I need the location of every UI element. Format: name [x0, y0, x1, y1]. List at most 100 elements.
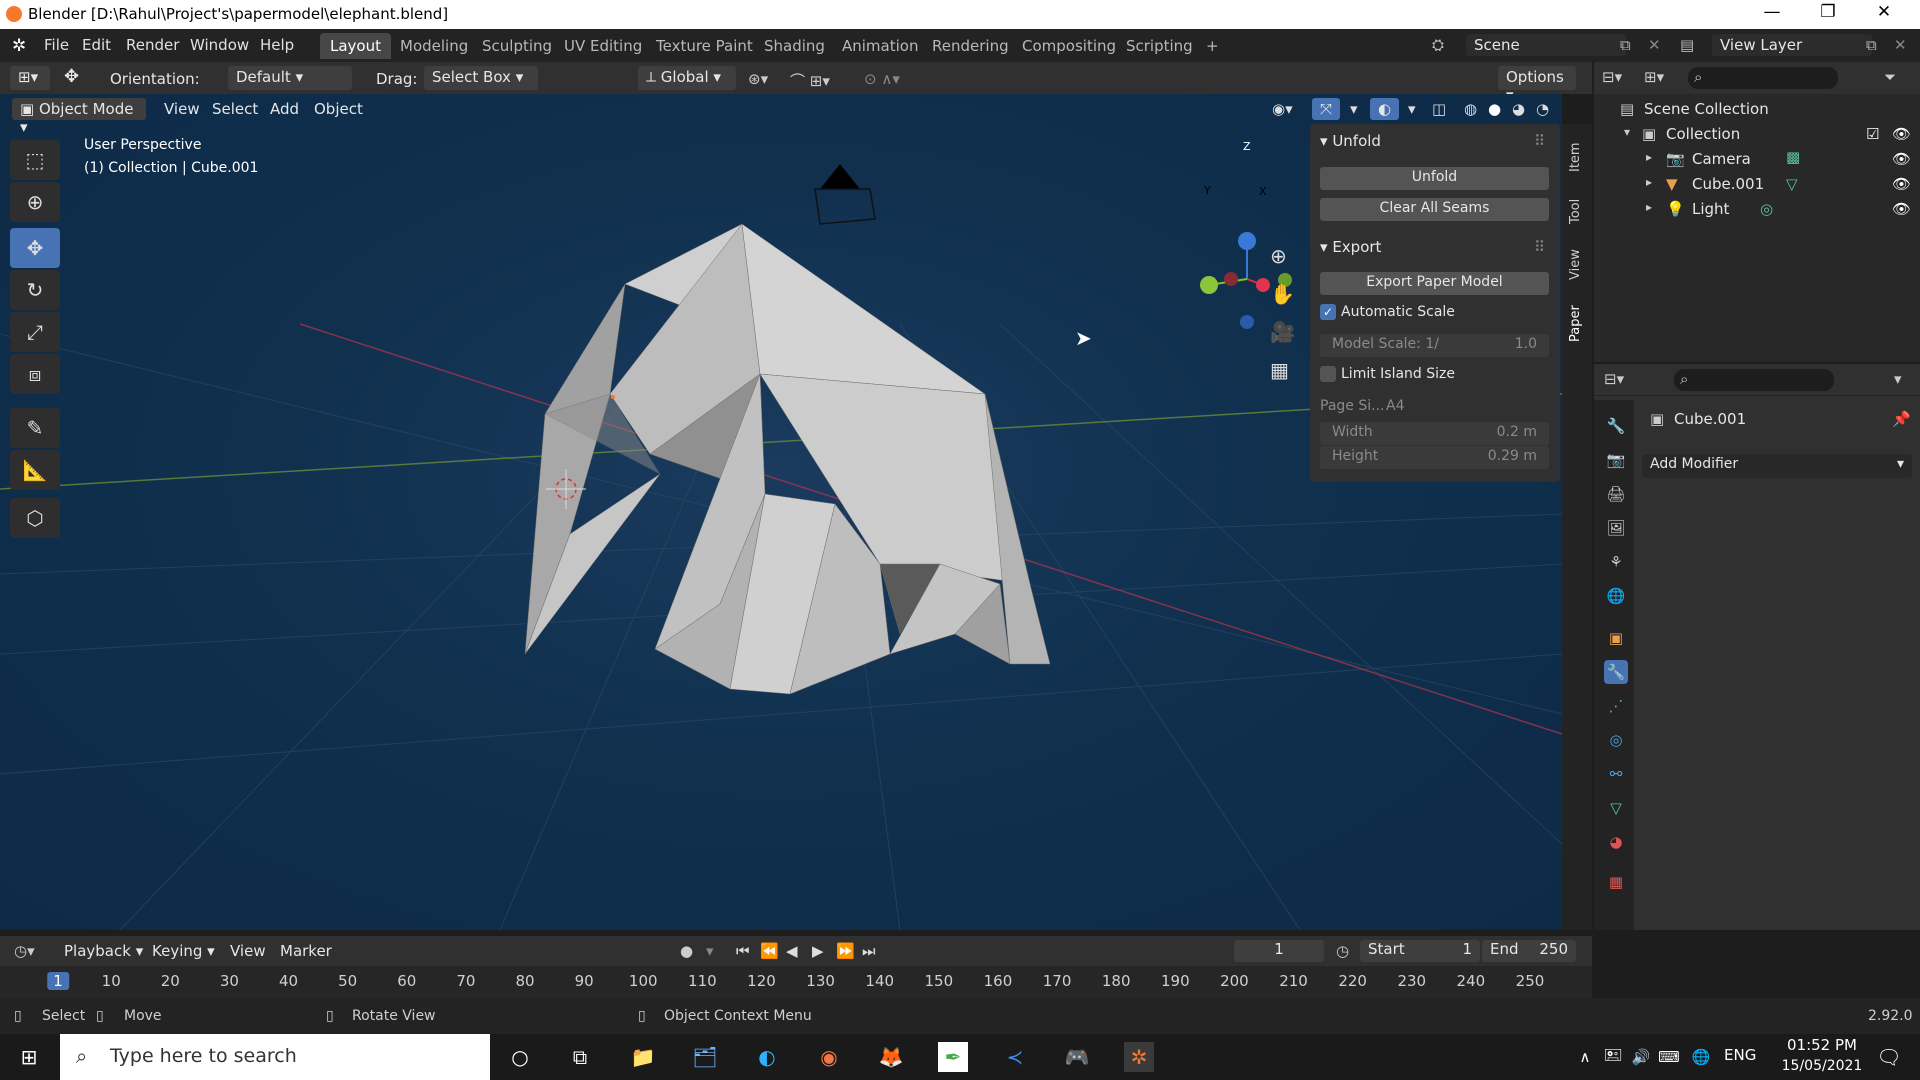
tab-layout[interactable]: Layout: [320, 33, 391, 59]
delete-scene-icon[interactable]: ✕: [1648, 36, 1661, 54]
options-dropdown[interactable]: Options ▾: [1498, 66, 1576, 104]
export-paper-model-button[interactable]: Export Paper Model: [1320, 272, 1549, 295]
language-indicator[interactable]: ENG: [1724, 1046, 1756, 1064]
transform-tool-icon[interactable]: ⧈: [10, 354, 60, 394]
tab-tool[interactable]: Tool: [1568, 199, 1583, 224]
camera-object[interactable]: [814, 164, 876, 225]
close-button[interactable]: ✕: [1856, 2, 1912, 22]
taskbar-time[interactable]: 01:52 PM: [1780, 1036, 1864, 1054]
timeline-menu-view[interactable]: View: [230, 942, 266, 960]
world-properties-icon[interactable]: 🌐: [1604, 584, 1628, 608]
camera-data-icon[interactable]: ▩: [1786, 148, 1800, 166]
tab-animation[interactable]: Animation: [832, 33, 928, 59]
gizmo-toggle-icon[interactable]: ⤧: [1312, 98, 1341, 120]
properties-options-icon[interactable]: ▾: [1894, 370, 1902, 388]
tool-properties-icon[interactable]: 🔧: [1604, 414, 1628, 438]
expand-light-icon[interactable]: ▸: [1646, 200, 1652, 214]
object-properties-icon[interactable]: ▣: [1604, 626, 1628, 650]
add-workspace-button[interactable]: +: [1196, 33, 1229, 59]
new-scene-icon[interactable]: ⧉: [1620, 36, 1631, 54]
outliner-editor-icon[interactable]: ⊟▾: [1602, 68, 1622, 86]
output-properties-icon[interactable]: 🖨: [1604, 482, 1628, 506]
tab-uv-editing[interactable]: UV Editing: [554, 33, 652, 59]
jump-end-icon[interactable]: ⏭: [862, 942, 876, 960]
menu-file[interactable]: File: [44, 36, 69, 54]
timeline-menu-marker[interactable]: Marker: [280, 942, 332, 960]
properties-search-input[interactable]: [1674, 369, 1834, 391]
maximize-button[interactable]: ❐: [1800, 2, 1856, 22]
tab-sculpting[interactable]: Sculpting: [472, 33, 562, 59]
scene-icon[interactable]: ⛭: [1432, 36, 1444, 54]
tab-view[interactable]: View: [1568, 249, 1583, 280]
annotate-tool-icon[interactable]: ✎: [10, 408, 60, 448]
current-frame-field[interactable]: 1: [1234, 940, 1324, 962]
overlay-dropdown-icon[interactable]: ▾: [1400, 98, 1424, 120]
automatic-scale-checkbox[interactable]: ✓ Automatic Scale: [1320, 304, 1455, 320]
playhead[interactable]: 1: [47, 972, 69, 990]
tab-modeling[interactable]: Modeling: [390, 33, 478, 59]
outliner-search-input[interactable]: [1688, 67, 1838, 89]
viewport-menu-object[interactable]: Object: [306, 98, 371, 120]
transform-orientation-dropdown[interactable]: ⟂ Global ▾: [638, 66, 736, 90]
select-box-tool-icon[interactable]: ⬚: [10, 140, 60, 180]
height-field[interactable]: Height 0.29 m: [1320, 446, 1549, 469]
view-layer-selector[interactable]: View Layer: [1712, 34, 1872, 56]
expand-camera-icon[interactable]: ▸: [1646, 150, 1652, 164]
menu-window[interactable]: Window: [190, 36, 249, 54]
texture-properties-icon[interactable]: ▦: [1604, 870, 1628, 894]
unfold-section-header[interactable]: ▾ Unfold: [1320, 132, 1381, 150]
notification-icon[interactable]: 🗨: [1874, 1042, 1904, 1072]
page-size-value[interactable]: A4: [1386, 398, 1404, 414]
unfold-button[interactable]: Unfold: [1320, 167, 1549, 190]
viewport-menu-add[interactable]: Add: [262, 98, 307, 120]
light-data-icon[interactable]: ◎: [1760, 200, 1773, 218]
unfold-drag-icon[interactable]: ⠿: [1534, 132, 1545, 150]
record-icon[interactable]: ●: [680, 942, 693, 960]
prev-keyframe-icon[interactable]: ⏪: [760, 942, 779, 960]
tray-app-icon[interactable]: ⌨: [1654, 1042, 1684, 1072]
camera-eye-icon[interactable]: 👁: [1892, 150, 1911, 168]
outliner-cube[interactable]: ▸ ▼ Cube.001 ▽ 👁: [1594, 171, 1920, 196]
ortho-toggle-icon[interactable]: ▦: [1270, 358, 1289, 382]
gizmo-dropdown-icon[interactable]: ▾: [1342, 98, 1366, 120]
measure-tool-icon[interactable]: 📐: [10, 450, 60, 490]
pin-icon[interactable]: 📌: [1892, 410, 1911, 428]
filter-icon[interactable]: ⏷: [1884, 68, 1896, 86]
visibility-icon[interactable]: ◉▾: [1264, 98, 1301, 120]
minimize-button[interactable]: —: [1744, 2, 1800, 22]
app-icon-pen[interactable]: ✒: [938, 1042, 968, 1072]
menu-render[interactable]: Render: [126, 36, 179, 54]
scene-properties-icon[interactable]: ⚘: [1604, 550, 1628, 574]
drag-dropdown[interactable]: Select Box ▾: [424, 66, 538, 90]
vscode-icon[interactable]: ≺: [1000, 1042, 1030, 1072]
blender-taskbar-icon[interactable]: ✲: [1124, 1042, 1154, 1072]
clear-seams-button[interactable]: Clear All Seams: [1320, 198, 1549, 221]
editor-type-icon[interactable]: ⊞▾: [10, 66, 50, 90]
orientation-dropdown[interactable]: Default ▾: [228, 66, 352, 90]
mode-dropdown[interactable]: ▣ Object Mode ▾: [12, 98, 146, 136]
collection-eye-icon[interactable]: 👁: [1892, 125, 1911, 143]
render-properties-icon[interactable]: 📷: [1604, 448, 1628, 472]
modifier-properties-icon[interactable]: 🔧: [1604, 660, 1628, 684]
constraints-properties-icon[interactable]: ⚯: [1604, 762, 1628, 786]
physics-properties-icon[interactable]: ◎: [1604, 728, 1628, 752]
display-mode-icon[interactable]: ⊞▾: [1644, 68, 1664, 86]
preview-range-icon[interactable]: ◷: [1336, 942, 1349, 960]
windows-start-icon[interactable]: ⊞: [14, 1042, 44, 1072]
tab-scripting[interactable]: Scripting: [1116, 33, 1203, 59]
delete-view-layer-icon[interactable]: ✕: [1894, 36, 1907, 54]
rotate-tool-icon[interactable]: ↻: [10, 270, 60, 310]
light-eye-icon[interactable]: 👁: [1892, 200, 1911, 218]
width-field[interactable]: Width 0.2 m: [1320, 422, 1549, 445]
cursor-tool-icon[interactable]: ⊕: [10, 182, 60, 222]
pivot-icon[interactable]: ⊛▾: [748, 70, 768, 88]
mesh-data-icon[interactable]: ▽: [1786, 175, 1798, 193]
overlay-toggle-icon[interactable]: ◐: [1370, 98, 1400, 120]
cube-eye-icon[interactable]: 👁: [1892, 175, 1911, 193]
limit-island-checkbox[interactable]: Limit Island Size: [1320, 366, 1455, 382]
play-icon[interactable]: ▶: [812, 942, 824, 960]
model-scale-field[interactable]: Model Scale: 1/1.0: [1320, 334, 1549, 357]
file-explorer-icon[interactable]: 📁: [628, 1042, 658, 1072]
viewport-menu-view[interactable]: View: [156, 98, 208, 120]
tab-texture-paint[interactable]: Texture Paint: [646, 33, 763, 59]
